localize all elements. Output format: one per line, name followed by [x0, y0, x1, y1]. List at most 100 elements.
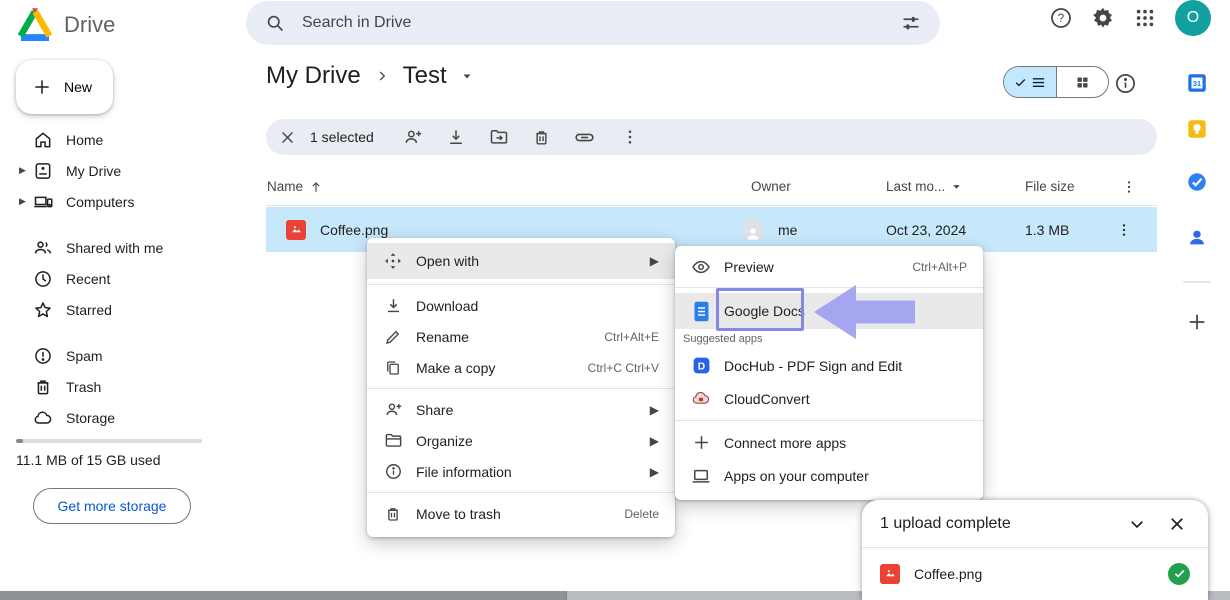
get-more-storage-button[interactable]: Get more storage — [33, 488, 191, 524]
breadcrumb: My Drive Test — [266, 62, 473, 90]
settings-icon[interactable] — [1090, 5, 1116, 31]
context-menu: Open with ▶ Download Rename Ctrl+Alt+E M… — [367, 238, 675, 537]
search-bar[interactable] — [246, 1, 940, 45]
home-icon — [33, 130, 53, 150]
menu-item-rename[interactable]: Rename Ctrl+Alt+E — [367, 321, 675, 352]
shortcut-label: Ctrl+C Ctrl+V — [588, 361, 659, 375]
list-view-button[interactable] — [1004, 67, 1057, 97]
selected-count: 1 selected — [310, 129, 374, 145]
apps-grid-icon[interactable] — [1132, 5, 1158, 31]
app-title: Drive — [64, 12, 115, 38]
info-icon — [383, 462, 403, 482]
submenu-item-cloudconvert[interactable]: CloudConvert — [675, 382, 983, 415]
expand-arrow-icon[interactable]: ▶ — [19, 196, 26, 207]
menu-item-open-with[interactable]: Open with ▶ — [367, 243, 675, 279]
column-header-owner[interactable]: Owner — [751, 179, 791, 194]
sidebar-item-computers[interactable]: ▶ Computers — [0, 186, 246, 217]
submenu-item-apps-on-your-computer[interactable]: Apps on your computer — [675, 459, 983, 492]
plus-icon — [691, 433, 711, 453]
breadcrumb-root[interactable]: My Drive — [266, 62, 361, 90]
shortcut-label: Delete — [624, 507, 659, 521]
sidebar-item-my-drive[interactable]: ▶ My Drive — [0, 155, 246, 186]
submenu-item-dochub[interactable]: D DocHub - PDF Sign and Edit — [675, 349, 983, 382]
menu-item-make-a-copy[interactable]: Make a copy Ctrl+C Ctrl+V — [367, 352, 675, 383]
sidebar-item-trash[interactable]: Trash — [0, 371, 246, 402]
person-add-icon[interactable] — [400, 124, 426, 150]
download-icon[interactable] — [443, 124, 469, 150]
sidebar-item-home[interactable]: Home — [0, 124, 246, 155]
image-file-icon — [286, 207, 306, 252]
account-avatar[interactable]: O — [1175, 0, 1211, 36]
pencil-icon — [383, 327, 403, 347]
info-icon[interactable] — [1112, 70, 1138, 96]
svg-text:31: 31 — [1193, 79, 1201, 88]
scrollbar-thumb[interactable] — [0, 591, 567, 600]
menu-item-organize[interactable]: Organize ▶ — [367, 425, 675, 456]
close-icon[interactable] — [274, 124, 300, 150]
menu-item-move-to-trash[interactable]: Move to trash Delete — [367, 498, 675, 529]
sidebar-item-label: Starred — [66, 302, 112, 318]
contacts-icon[interactable] — [1186, 226, 1208, 248]
column-header-last-modified[interactable]: Last mo... — [886, 179, 962, 194]
check-circle-green-icon — [1168, 563, 1190, 585]
more-vertical-icon[interactable] — [617, 124, 643, 150]
menu-item-download[interactable]: Download — [367, 290, 675, 321]
sidebar-item-shared-with-me[interactable]: Shared with me — [0, 232, 246, 263]
list-view-icon — [1031, 75, 1046, 90]
upload-file-row[interactable]: Coffee.png — [862, 548, 1208, 599]
expand-arrow-icon[interactable]: ▶ — [19, 165, 26, 176]
open-with-submenu: Preview Ctrl+Alt+P Google Docs Suggested… — [675, 246, 983, 500]
column-header-file-size[interactable]: File size — [1025, 179, 1075, 194]
new-button[interactable]: New — [16, 60, 113, 114]
keep-icon[interactable] — [1186, 118, 1208, 140]
laptop-icon — [691, 466, 711, 486]
tasks-icon[interactable] — [1186, 171, 1208, 193]
cloud-icon — [33, 408, 53, 428]
storage-progress-bar — [16, 439, 202, 443]
search-input[interactable] — [302, 14, 898, 32]
more-vertical-icon[interactable] — [1121, 179, 1137, 195]
search-options-icon[interactable] — [898, 10, 924, 36]
close-icon[interactable] — [1164, 511, 1190, 537]
menu-item-file-information[interactable]: File information ▶ — [367, 456, 675, 487]
copy-icon — [383, 358, 403, 378]
file-size: 1.3 MB — [1025, 207, 1069, 252]
menu-divider — [367, 284, 675, 285]
grid-view-button[interactable] — [1057, 67, 1109, 97]
submenu-item-connect-more-apps[interactable]: Connect more apps — [675, 426, 983, 459]
row-more-vertical-icon[interactable] — [1116, 207, 1132, 252]
sidebar-item-recent[interactable]: Recent — [0, 263, 246, 294]
menu-divider — [675, 287, 983, 288]
link-icon[interactable] — [572, 124, 598, 150]
open-with-icon — [383, 251, 403, 271]
storage-usage-text: 11.1 MB of 15 GB used — [16, 452, 161, 468]
image-file-icon — [880, 564, 900, 584]
sidebar-item-starred[interactable]: Starred — [0, 294, 246, 325]
sort-ascending-icon[interactable] — [309, 180, 323, 194]
sidebar-item-label: Shared with me — [66, 240, 163, 256]
caret-down-icon[interactable] — [461, 70, 473, 82]
upload-panel-header: 1 upload complete — [862, 500, 1208, 548]
trash-icon — [383, 504, 403, 524]
sidebar-item-label: Trash — [66, 379, 101, 395]
help-icon[interactable]: ? — [1048, 5, 1074, 31]
sidebar-item-spam[interactable]: Spam — [0, 340, 246, 371]
folder-icon — [383, 431, 403, 451]
move-folder-icon[interactable] — [486, 124, 512, 150]
menu-item-share[interactable]: Share ▶ — [367, 394, 675, 425]
submenu-item-preview[interactable]: Preview Ctrl+Alt+P — [675, 251, 983, 282]
column-header-name[interactable]: Name — [267, 179, 323, 194]
star-icon — [33, 300, 53, 320]
menu-divider — [367, 492, 675, 493]
drive-logo[interactable]: Drive — [16, 8, 115, 42]
sidebar-item-storage[interactable]: Storage — [0, 402, 246, 433]
storage-progress-fill — [16, 439, 23, 443]
breadcrumb-current[interactable]: Test — [403, 62, 447, 90]
check-icon — [1014, 76, 1027, 89]
sort-descending-icon — [951, 181, 962, 192]
plus-icon[interactable] — [1186, 311, 1208, 333]
trash-icon[interactable] — [529, 124, 555, 150]
submenu-item-google-docs[interactable]: Google Docs — [675, 293, 983, 329]
calendar-icon[interactable]: 31 — [1186, 72, 1208, 94]
chevron-down-icon[interactable] — [1124, 511, 1150, 537]
